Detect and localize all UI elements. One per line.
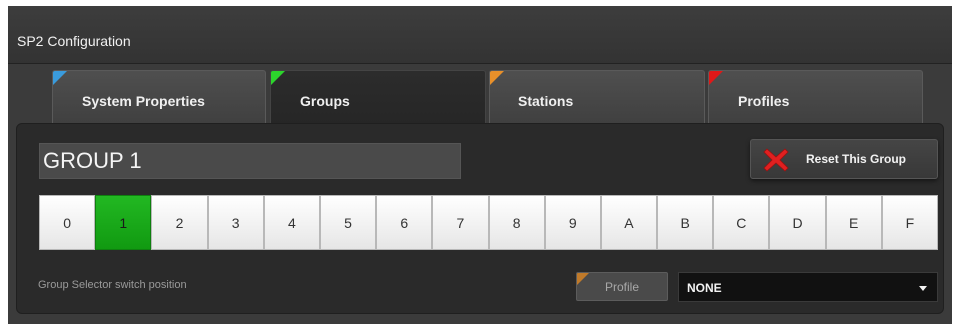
- tab-stations[interactable]: Stations: [489, 70, 705, 123]
- switch-position-label: Group Selector switch position: [38, 279, 187, 291]
- reset-button-label: Reset This Group: [806, 152, 907, 166]
- switch-position-b[interactable]: B: [657, 195, 714, 250]
- switch-position-6[interactable]: 6: [376, 195, 433, 250]
- profile-button-label: Profile: [605, 280, 640, 294]
- tab-label: Profiles: [738, 93, 790, 109]
- tab-groups[interactable]: Groups: [270, 70, 486, 126]
- switch-position-8[interactable]: 8: [488, 195, 545, 250]
- profile-button[interactable]: Profile: [576, 272, 668, 301]
- switch-position-5[interactable]: 5: [319, 195, 377, 250]
- tab-system-properties[interactable]: System Properties: [52, 70, 266, 123]
- profile-select-value: NONE: [687, 281, 722, 295]
- tab-label: System Properties: [82, 93, 205, 109]
- window-title: SP2 Configuration: [17, 33, 131, 49]
- switch-position-3[interactable]: 3: [207, 195, 264, 250]
- tab-label: Stations: [518, 93, 574, 109]
- switch-position-e[interactable]: E: [825, 195, 882, 250]
- profile-select[interactable]: NONE: [678, 272, 938, 302]
- switch-position-a[interactable]: A: [600, 195, 658, 250]
- switch-position-7[interactable]: 7: [432, 195, 489, 250]
- tab-label: Groups: [300, 93, 350, 109]
- switch-position-2[interactable]: 2: [151, 195, 208, 250]
- title-bar: SP2 Configuration: [8, 6, 952, 64]
- tab-profiles[interactable]: Profiles: [708, 70, 923, 123]
- tab-corner-indicator: [53, 71, 67, 85]
- switch-position-selector: 0 1 2 3 4 5 6 7 8 9 A B C D E F: [39, 195, 938, 250]
- reset-group-button[interactable]: Reset This Group: [750, 139, 938, 179]
- group-name-field[interactable]: GROUP 1: [39, 143, 461, 179]
- switch-position-4[interactable]: 4: [263, 195, 320, 250]
- switch-position-0[interactable]: 0: [39, 195, 96, 250]
- switch-position-f[interactable]: F: [881, 195, 938, 250]
- profile-corner-indicator: [577, 273, 589, 285]
- x-icon: [763, 148, 789, 172]
- tab-corner-indicator: [490, 71, 504, 85]
- switch-position-1[interactable]: 1: [95, 195, 152, 250]
- switch-position-d[interactable]: D: [769, 195, 826, 250]
- chevron-down-icon: [919, 286, 927, 291]
- tab-corner-indicator: [271, 71, 285, 85]
- tab-corner-indicator: [709, 71, 723, 85]
- switch-position-c[interactable]: C: [713, 195, 770, 250]
- switch-position-9[interactable]: 9: [544, 195, 601, 250]
